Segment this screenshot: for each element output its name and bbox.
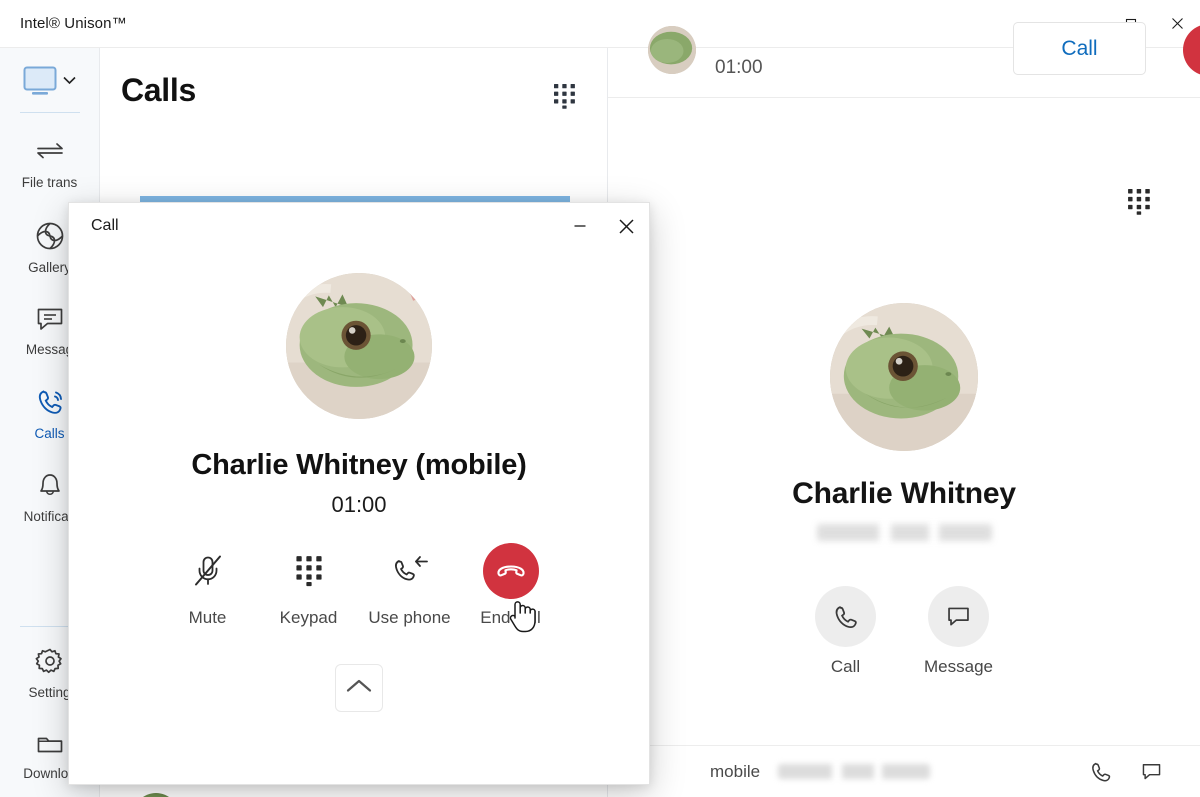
contact-name: Charlie Whitney — [792, 477, 1016, 510]
avatar — [286, 273, 432, 419]
gear-icon — [35, 646, 65, 681]
minimize-button[interactable] — [557, 203, 603, 249]
expand-button[interactable] — [335, 664, 383, 712]
sidebar-label: Gallery — [28, 259, 71, 275]
sidebar-item-file-transfer[interactable]: File trans — [0, 123, 100, 206]
phone-number-redacted — [778, 764, 931, 779]
dialpad-icon[interactable] — [1122, 184, 1156, 218]
sidebar-divider-top — [19, 112, 80, 113]
app-title: Intel® Unison™ — [20, 15, 127, 32]
call-dialog-titlebar: Call — [69, 203, 649, 249]
folder-icon — [35, 731, 65, 762]
control-label: Mute — [188, 608, 227, 627]
mute-button[interactable]: Mute — [157, 552, 258, 628]
control-label: Keypad — [279, 608, 338, 627]
message-action[interactable]: Message — [924, 586, 993, 677]
transfer-call-icon — [391, 552, 429, 590]
call-contact-name: Charlie Whitney (mobile) — [191, 449, 527, 481]
phone-icon — [815, 586, 876, 647]
end-call-icon — [482, 543, 539, 599]
contact-detail-panel: 01:00 Call Charlie Whitney Call Message … — [608, 22, 1200, 797]
control-label: Use phone — [368, 608, 451, 627]
call-dialog-window-controls — [557, 203, 649, 249]
call-dialog-body: Charlie Whitney (mobile) 01:00 Mute Keyp… — [69, 249, 649, 712]
sidebar-label: Setting — [28, 684, 71, 700]
dialpad-icon[interactable] — [549, 80, 581, 112]
close-button[interactable] — [603, 203, 649, 249]
action-label: Call — [830, 657, 861, 676]
contact-actions: Call Message — [815, 586, 993, 677]
gallery-icon — [35, 221, 65, 256]
avatar — [648, 26, 696, 74]
app-window: Intel® Unison™ File trans Gallery Messag… — [0, 0, 1200, 797]
contact-phone-redacted — [816, 524, 992, 541]
call-button[interactable]: Call — [1013, 22, 1146, 75]
contact-card: Charlie Whitney Call Message — [608, 303, 1200, 677]
chevron-down-icon — [63, 72, 76, 90]
chevron-up-icon — [346, 678, 372, 699]
calls-header: Calls — [100, 48, 607, 132]
avatar — [830, 303, 978, 451]
phone-row-actions — [1084, 755, 1168, 789]
dialpad-icon — [295, 552, 323, 590]
avatar — [133, 793, 179, 797]
keypad-button[interactable]: Keypad — [258, 552, 359, 628]
end-call-button[interactable]: End call — [460, 543, 561, 628]
use-phone-button[interactable]: Use phone — [359, 552, 460, 628]
message-icon[interactable] — [1134, 755, 1168, 789]
file-transfer-icon — [35, 140, 65, 171]
call-action[interactable]: Call — [815, 586, 876, 677]
active-call-banner: 01:00 Call — [608, 22, 1200, 98]
sidebar-label: Messag — [25, 341, 74, 357]
action-label: Message — [924, 657, 993, 676]
phone-icon[interactable] — [1084, 755, 1118, 789]
sidebar-label: File trans — [21, 174, 78, 190]
call-dialog: Call Charlie Whitney (mobile) 01:00 Mute… — [68, 202, 650, 785]
message-icon — [35, 305, 65, 338]
phone-icon — [35, 387, 65, 422]
monitor-icon — [23, 66, 57, 96]
bell-icon — [36, 470, 64, 505]
phone-number-row[interactable]: mobile — [608, 745, 1200, 797]
call-controls: Mute Keypad Use phone End call — [157, 543, 561, 628]
phone-type-label: mobile — [710, 761, 761, 781]
device-selector[interactable] — [0, 48, 100, 108]
call-dialog-title: Call — [91, 217, 119, 234]
microphone-muted-icon — [192, 552, 224, 590]
page-title: Calls — [121, 71, 196, 108]
sidebar-label: Calls — [34, 425, 65, 441]
call-timer: 01:00 — [331, 492, 387, 517]
message-icon — [927, 586, 989, 647]
control-label: End call — [480, 608, 541, 627]
call-timer: 01:00 — [715, 57, 763, 78]
